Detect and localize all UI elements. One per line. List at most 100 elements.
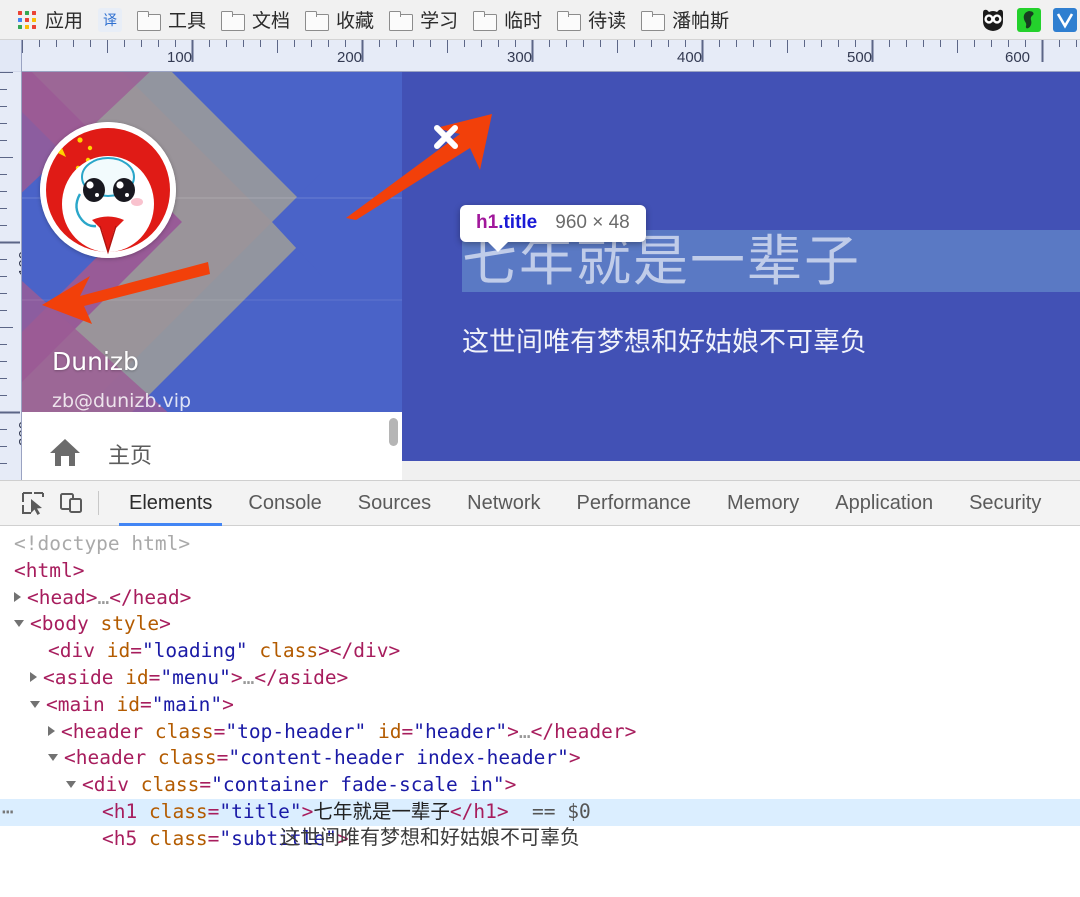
dom-node[interactable]: <div class="container fade-scale in"> bbox=[0, 772, 1080, 799]
page-main-content: 七年就是一辈子 这世间唯有梦想和好姑娘不可辜负 bbox=[402, 72, 1080, 461]
apps-grid-icon bbox=[18, 10, 36, 29]
dom-token: class bbox=[140, 773, 200, 797]
disclosure-triangle-icon[interactable] bbox=[48, 754, 58, 762]
folder-icon bbox=[473, 10, 498, 31]
dom-token: </head> bbox=[109, 585, 192, 609]
dom-token: <aside bbox=[43, 665, 126, 689]
blue-extension-icon[interactable] bbox=[1052, 7, 1078, 33]
dom-node[interactable]: <html> bbox=[0, 558, 1080, 585]
dom-token: "header" bbox=[413, 719, 508, 743]
dom-token: … bbox=[242, 665, 255, 689]
dom-token: id bbox=[125, 665, 149, 689]
dom-node[interactable]: <body style> bbox=[0, 611, 1080, 638]
dom-token bbox=[366, 720, 378, 743]
dom-token: id bbox=[106, 639, 131, 663]
disclosure-triangle-icon[interactable] bbox=[30, 672, 37, 683]
dom-token: = bbox=[213, 719, 226, 743]
folder-icon bbox=[389, 10, 414, 31]
device-toolbar-icon[interactable] bbox=[52, 484, 90, 522]
extension-icons bbox=[980, 0, 1080, 40]
avatar[interactable] bbox=[40, 122, 176, 258]
dom-node[interactable]: <!doctype html> bbox=[0, 531, 1080, 558]
bookmark-folder-pampas[interactable]: 潘帕斯 bbox=[637, 5, 740, 35]
dom-token: … bbox=[518, 719, 531, 743]
dom-token: </header> bbox=[530, 719, 637, 743]
ruler-label-v: 100 bbox=[16, 250, 22, 276]
dom-node[interactable]: <header class="top-header" id="header">…… bbox=[0, 719, 1080, 746]
dom-token: > bbox=[568, 746, 581, 770]
dom-token: "loading" bbox=[141, 639, 248, 663]
dom-token: <div bbox=[48, 639, 107, 663]
dom-token: = bbox=[148, 665, 161, 689]
tab-memory[interactable]: Memory bbox=[709, 481, 817, 526]
dom-node[interactable]: <aside id="menu">…</aside> bbox=[0, 665, 1080, 692]
evernote-extension-icon[interactable] bbox=[1016, 7, 1042, 33]
dom-token: = bbox=[216, 746, 229, 770]
sidebar-item-home[interactable]: 主页 bbox=[22, 428, 402, 480]
dom-node[interactable]: <head>…</head> bbox=[0, 585, 1080, 612]
folder-icon bbox=[221, 10, 246, 31]
tab-console[interactable]: Console bbox=[230, 481, 339, 526]
dom-overflow-text: 这世间唯有梦想和好姑娘不可辜负 bbox=[280, 825, 580, 849]
disclosure-triangle-icon[interactable] bbox=[14, 592, 21, 603]
dom-token: <h1 bbox=[102, 799, 149, 823]
inspect-element-icon[interactable] bbox=[14, 484, 52, 522]
dom-token: class bbox=[148, 799, 208, 823]
dom-token: <h5 bbox=[102, 826, 149, 850]
ruler-label-v: 200 bbox=[16, 420, 22, 446]
dom-token bbox=[248, 639, 260, 662]
owl-extension-icon[interactable] bbox=[980, 7, 1006, 33]
disclosure-triangle-icon[interactable] bbox=[14, 620, 24, 628]
bookmark-folder-temp[interactable]: 临时 bbox=[469, 5, 553, 35]
tab-security[interactable]: Security bbox=[951, 481, 1059, 526]
disclosure-triangle-icon[interactable] bbox=[48, 726, 55, 737]
bookmark-folder-tools[interactable]: 工具 bbox=[133, 5, 217, 35]
bookmark-folder-docs[interactable]: 文档 bbox=[217, 5, 301, 35]
dom-token: </h1> bbox=[449, 799, 509, 823]
dom-token: <header bbox=[61, 719, 155, 743]
dom-token: <body bbox=[30, 612, 101, 636]
dom-node[interactable]: <header class="content-header index-head… bbox=[0, 745, 1080, 772]
bookmark-folder-toread[interactable]: 待读 bbox=[553, 5, 637, 35]
sidebar-username: Dunizb bbox=[52, 347, 139, 376]
ruler-label-h: 200 bbox=[337, 49, 363, 66]
arrow-to-close bbox=[340, 112, 500, 227]
dom-token: style bbox=[100, 612, 160, 636]
disclosure-triangle-icon[interactable] bbox=[30, 700, 40, 708]
tab-elements[interactable]: Elements bbox=[111, 481, 230, 526]
tab-sources[interactable]: Sources bbox=[340, 481, 449, 526]
dom-token: class bbox=[157, 746, 217, 770]
dom-node[interactable]: <div id="loading" class></div> bbox=[0, 638, 1080, 665]
dom-token: ></div> bbox=[318, 639, 401, 663]
bookmark-apps[interactable]: 应用 bbox=[14, 5, 94, 35]
tab-network[interactable]: Network bbox=[449, 481, 558, 526]
folder-icon bbox=[305, 10, 330, 31]
ruler-label-h: 100 bbox=[167, 49, 193, 66]
bookmark-label: 工具 bbox=[168, 10, 207, 32]
dom-token: > bbox=[504, 773, 517, 797]
close-x-marker bbox=[433, 124, 459, 150]
dom-token: <!doctype html> bbox=[14, 532, 191, 555]
dom-token: <head> bbox=[27, 585, 98, 609]
horizontal-ruler-ticks bbox=[22, 40, 1077, 62]
sidebar-menu: 主页 bbox=[22, 412, 402, 480]
bookmark-folder-study[interactable]: 学习 bbox=[385, 5, 469, 35]
dom-node[interactable]: <main id="main"> bbox=[0, 692, 1080, 719]
dom-token: 七年就是一辈子 bbox=[313, 799, 450, 823]
dom-token: > bbox=[222, 692, 234, 716]
dom-token: = bbox=[139, 692, 152, 716]
vertical-ruler: 100 200 bbox=[0, 40, 22, 480]
bookmark-label: 待读 bbox=[588, 10, 627, 32]
tab-performance[interactable]: Performance bbox=[559, 481, 710, 526]
sidebar-email: zb@dunizb.vip bbox=[52, 390, 192, 412]
dom-token: "content-header index-header" bbox=[228, 746, 569, 770]
inspector-class-name: .title bbox=[498, 212, 538, 233]
dom-token: = bbox=[401, 719, 414, 743]
devtools-panel: Elements Console Sources Network Perform… bbox=[0, 480, 1080, 897]
bookmark-folder-favorites[interactable]: 收藏 bbox=[301, 5, 385, 35]
tab-application[interactable]: Application bbox=[817, 481, 951, 526]
ruler-label-h: 600 bbox=[1005, 49, 1031, 66]
bookmark-translate[interactable]: 译 bbox=[94, 5, 133, 35]
bookmarks-bar: 应用 译 工具 文档 收藏 学习 临时 待读 潘帕斯 bbox=[0, 0, 1080, 40]
disclosure-triangle-icon[interactable] bbox=[66, 781, 76, 789]
